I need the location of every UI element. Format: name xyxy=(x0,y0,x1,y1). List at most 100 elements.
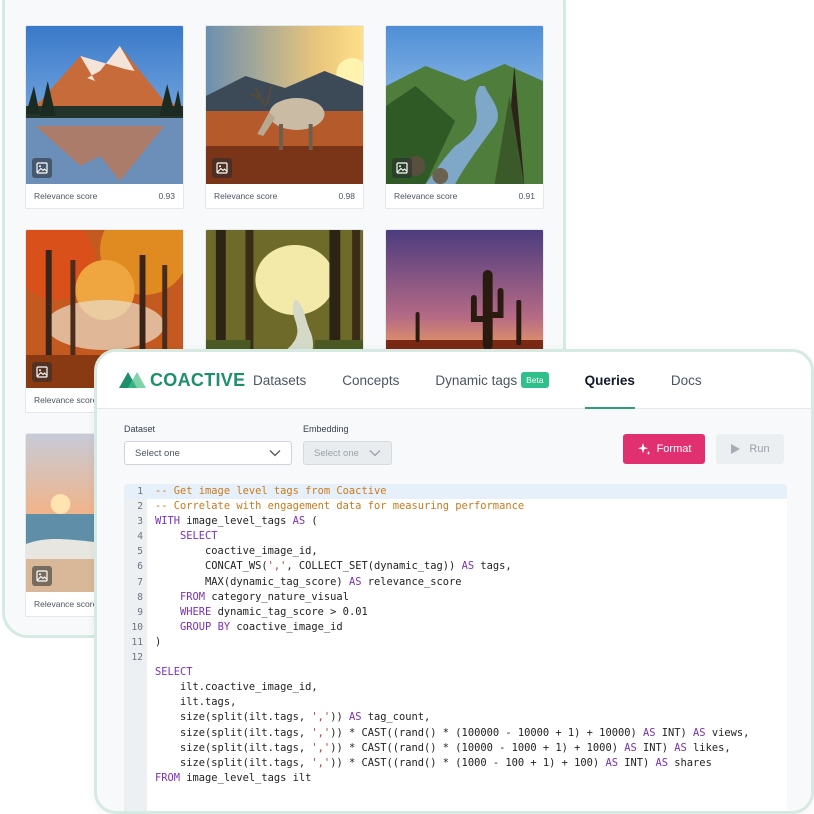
logo-wordmark: COACTIVE xyxy=(150,369,246,390)
code-text: -- Correlate with engagement data for me… xyxy=(155,500,525,513)
nav-dynamic-tags[interactable]: Dynamic tags Beta xyxy=(435,352,549,409)
code-text: WITH image_level_tags AS ( xyxy=(155,515,318,528)
dataset-select-value: Select one xyxy=(135,447,180,459)
relevance-score-label: Relevance score xyxy=(34,395,98,405)
code-line: 9 WHERE dynamic_tag_score > 0.01 xyxy=(124,605,787,620)
relevance-score-value: 0.91 xyxy=(518,191,535,201)
code-line: 4 SELECT xyxy=(124,529,787,544)
code-text: size(split(ilt.tags, ',')) * CAST((rand(… xyxy=(155,726,750,739)
image-card[interactable]: Relevance score 0.91 xyxy=(385,25,544,209)
relevance-score-value: 0.98 xyxy=(338,191,355,201)
image-type-icon xyxy=(392,158,412,178)
code-line: size(split(ilt.tags, ',')) * CAST((rand(… xyxy=(124,726,787,741)
nav-datasets[interactable]: Datasets xyxy=(253,352,306,409)
top-navigation: COACTIVE Datasets Concepts Dynamic tags … xyxy=(97,352,811,409)
code-text: GROUP BY coactive_image_id xyxy=(180,620,343,633)
code-line: 2 -- Correlate with engagement data for m… xyxy=(124,499,787,514)
code-text: ilt.tags, xyxy=(155,696,237,709)
nav-datasets-label: Datasets xyxy=(253,372,307,388)
image-card[interactable]: Relevance score 0.98 xyxy=(205,25,364,209)
coactive-logo-icon xyxy=(119,372,146,388)
line-number: 2 xyxy=(137,501,143,513)
code-line: ilt.tags, xyxy=(124,695,787,710)
relevance-score-label: Relevance score xyxy=(394,191,458,201)
dataset-label: Dataset xyxy=(124,424,156,434)
nav-dynamic-tags-label: Dynamic tags xyxy=(435,372,518,388)
code-line: FROM image_level_tags ilt xyxy=(124,771,787,786)
code-text: SELECT xyxy=(180,530,218,543)
play-icon xyxy=(731,444,741,454)
format-button-label: Format xyxy=(656,443,692,455)
code-line: 5 coactive_image_id, xyxy=(124,544,787,559)
image-type-icon xyxy=(32,566,52,586)
code-text: -- Get image level tags from Coactive xyxy=(155,485,387,497)
sparkle-icon xyxy=(637,443,651,455)
chevron-down-icon xyxy=(269,450,281,457)
code-text: FROM category_nature_visual xyxy=(180,590,349,603)
image-type-icon xyxy=(212,158,232,178)
coactive-logo[interactable]: COACTIVE xyxy=(119,370,253,391)
mountain-lake-image xyxy=(26,26,183,184)
code-line: 10 GROUP BY coactive_image_id xyxy=(124,620,787,635)
nav-concepts[interactable]: Concepts xyxy=(342,352,399,409)
dataset-select[interactable]: Select one xyxy=(124,441,292,465)
code-text: ) xyxy=(155,635,162,648)
code-text: size(split(ilt.tags, ',')) * CAST((rand(… xyxy=(155,756,712,769)
code-text: MAX(dynamic_tag_score) AS relevance_scor… xyxy=(155,575,462,588)
code-line: ilt.coactive_image_id, xyxy=(124,680,787,695)
embedding-label: Embedding xyxy=(303,424,349,434)
sql-code-editor[interactable]: 1 -- Get image level tags from Coactive 2-… xyxy=(124,484,787,811)
image-type-icon xyxy=(32,362,52,382)
run-button[interactable]: Run xyxy=(716,434,784,464)
nav-docs-label: Docs xyxy=(670,372,702,388)
relevance-score-label: Relevance score xyxy=(214,191,278,201)
nav-queries-label: Queries xyxy=(584,372,635,388)
code-text: CONCAT_WS(',', COLLECT_SET(dynamic_tag))… xyxy=(155,560,512,573)
reindeer-image xyxy=(206,26,363,184)
relevance-score-label: Relevance score xyxy=(34,191,98,201)
code-line: size(split(ilt.tags, ',')) * CAST((rand(… xyxy=(124,741,787,756)
relevance-score-label: Relevance score xyxy=(34,599,98,609)
code-text: FROM image_level_tags ilt xyxy=(155,771,312,784)
code-line: size(split(ilt.tags, ',')) AS tag_count, xyxy=(124,710,787,725)
line-number: 1 xyxy=(137,486,143,497)
code-text: coactive_image_id, xyxy=(155,545,318,558)
image-card[interactable]: Relevance score 0.93 xyxy=(25,25,184,209)
nav-docs[interactable]: Docs xyxy=(671,352,702,409)
line-number: 5 xyxy=(137,546,143,558)
query-editor-panel: COACTIVE Datasets Concepts Dynamic tags … xyxy=(94,349,814,814)
relevance-score-value: 0.93 xyxy=(158,191,175,201)
code-line: 6 CONCAT_WS(',', COLLECT_SET(dynamic_tag… xyxy=(124,559,787,574)
line-number: 11 xyxy=(131,636,143,648)
river-valley-image xyxy=(386,26,543,184)
line-number: 12 xyxy=(131,652,143,664)
code-text: WHERE dynamic_tag_score > 0.01 xyxy=(180,605,368,618)
code-text: size(split(ilt.tags, ',')) * CAST((rand(… xyxy=(155,741,731,754)
code-line: 12 xyxy=(124,650,787,665)
code-line: 11) xyxy=(124,635,787,650)
beta-badge: Beta xyxy=(521,372,549,388)
line-number: 4 xyxy=(137,531,143,543)
code-text: ilt.coactive_image_id, xyxy=(155,681,318,694)
code-text: SELECT xyxy=(155,666,193,679)
query-content: Dataset Select one Embedding Select one … xyxy=(97,409,811,811)
code-line: size(split(ilt.tags, ',')) * CAST((rand(… xyxy=(124,756,787,771)
code-line: 7 MAX(dynamic_tag_score) AS relevance_sc… xyxy=(124,575,787,590)
chevron-down-icon xyxy=(369,450,381,457)
format-button[interactable]: Format xyxy=(623,434,705,464)
code-line: 3 WITH image_level_tags AS ( xyxy=(124,514,787,529)
line-number: 3 xyxy=(137,516,143,528)
line-number: 8 xyxy=(137,591,143,603)
code-line: 8 FROM category_nature_visual xyxy=(124,590,787,605)
image-type-icon xyxy=(32,158,52,178)
embedding-select[interactable]: Select one xyxy=(303,441,392,465)
code-line: 1 -- Get image level tags from Coactive xyxy=(124,484,787,500)
nav-concepts-label: Concepts xyxy=(342,372,400,388)
line-number: 6 xyxy=(137,561,143,573)
embedding-select-value: Select one xyxy=(314,447,359,459)
run-button-label: Run xyxy=(749,443,770,455)
line-number: 7 xyxy=(137,576,143,588)
code-line: SELECT xyxy=(124,665,787,680)
nav-queries[interactable]: Queries xyxy=(584,352,636,409)
line-number: 9 xyxy=(137,606,143,618)
